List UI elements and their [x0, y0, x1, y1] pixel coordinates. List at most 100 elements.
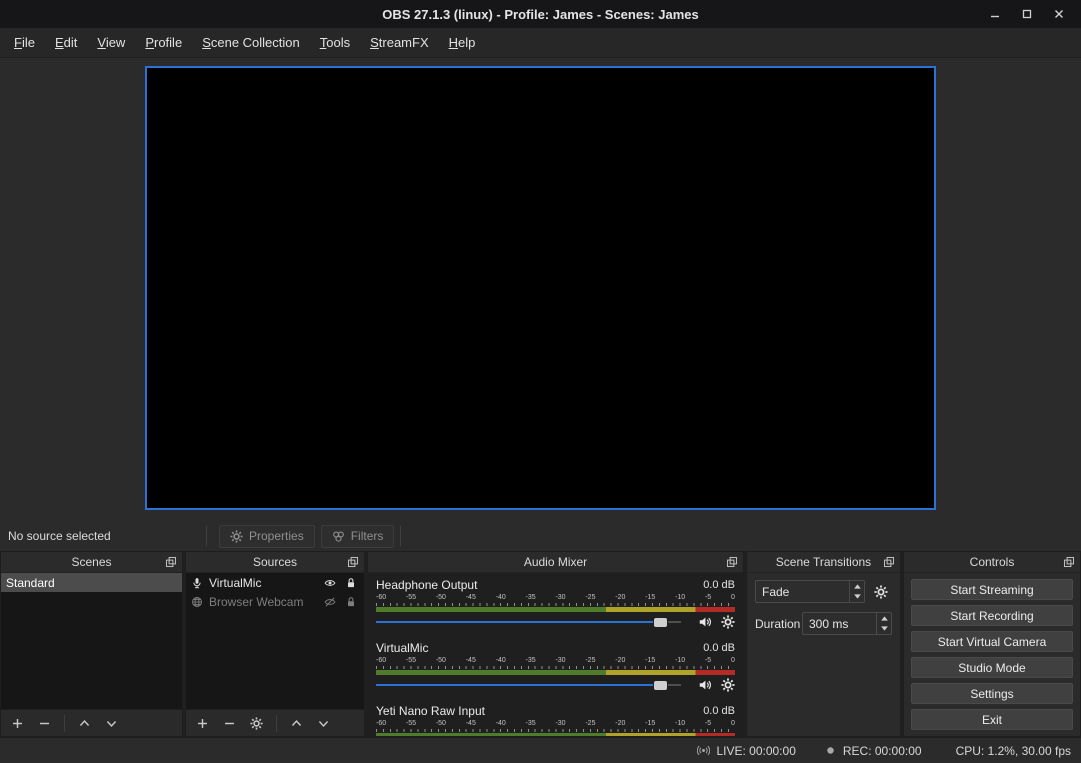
no-source-label: No source selected — [8, 529, 200, 543]
start-recording-button[interactable]: Start Recording — [911, 605, 1073, 626]
popout-icon[interactable] — [726, 556, 738, 568]
db-tick-label: 0 — [731, 719, 735, 728]
duration-spinbox[interactable]: 300 ms — [802, 612, 892, 635]
source-properties-button[interactable] — [246, 713, 267, 734]
menu-view[interactable]: View — [87, 31, 135, 54]
toolbar-separator — [206, 526, 207, 546]
spin-up-button[interactable] — [877, 613, 891, 624]
menu-tools[interactable]: Tools — [310, 31, 360, 54]
menu-profile[interactable]: Profile — [135, 31, 192, 54]
source-item[interactable]: Browser Webcam — [186, 592, 364, 611]
toolbar-separator — [64, 715, 65, 732]
plus-icon — [11, 717, 24, 730]
visibility-icon[interactable] — [324, 577, 336, 589]
add-scene-button[interactable] — [7, 713, 28, 734]
mixer-channel-virtualmic: VirtualMic 0.0 dB -60-55-50-45-40-35-30-… — [376, 640, 735, 693]
properties-button[interactable]: Properties — [219, 525, 315, 548]
scene-item[interactable]: Standard — [1, 573, 182, 592]
popout-icon[interactable] — [165, 556, 177, 568]
db-tick-label: -40 — [496, 593, 506, 602]
db-tick-label: -30 — [555, 656, 565, 665]
close-icon — [1054, 9, 1064, 19]
preview-canvas[interactable] — [145, 66, 936, 510]
toolbar-separator — [276, 715, 277, 732]
popout-icon[interactable] — [347, 556, 359, 568]
mixer-body: Headphone Output 0.0 dB -60-55-50-45-40-… — [368, 573, 743, 736]
volume-slider-handle[interactable] — [654, 618, 667, 627]
volume-meter — [376, 670, 735, 675]
speaker-icon[interactable] — [698, 678, 712, 692]
db-tick-label: 0 — [731, 593, 735, 602]
mic-icon — [191, 577, 203, 589]
scene-up-button[interactable] — [74, 713, 95, 734]
db-tick-label: -35 — [526, 719, 536, 728]
chevron-down-icon — [105, 717, 118, 730]
volume-slider[interactable] — [376, 614, 681, 630]
transitions-dock-title: Scene Transitions — [776, 555, 871, 569]
volume-slider-track — [668, 684, 681, 686]
speaker-icon[interactable] — [698, 615, 712, 629]
menu-file[interactable]: File — [4, 31, 45, 54]
triangle-down-icon — [881, 626, 888, 631]
window-controls — [979, 0, 1075, 28]
visibility-off-icon[interactable] — [324, 596, 336, 608]
remove-source-button[interactable] — [219, 713, 240, 734]
db-tick-label: 0 — [731, 656, 735, 665]
start-virtual-camera-button[interactable]: Start Virtual Camera — [911, 631, 1073, 652]
menu-edit[interactable]: Edit — [45, 31, 87, 54]
db-tick-label: -30 — [555, 593, 565, 602]
scenes-toolbar — [1, 709, 182, 736]
exit-button[interactable]: Exit — [911, 709, 1073, 730]
filters-button[interactable]: Filters — [321, 525, 395, 548]
source-up-button[interactable] — [286, 713, 307, 734]
gear-icon — [230, 530, 243, 543]
minus-icon — [223, 717, 236, 730]
popout-icon[interactable] — [1063, 556, 1075, 568]
triangle-down-icon — [854, 594, 861, 599]
source-down-button[interactable] — [313, 713, 334, 734]
transition-settings-button[interactable] — [870, 580, 892, 603]
volume-slider-handle[interactable] — [654, 681, 667, 690]
db-tick-label: -5 — [705, 593, 711, 602]
remove-scene-button[interactable] — [34, 713, 55, 734]
scene-down-button[interactable] — [101, 713, 122, 734]
popout-icon[interactable] — [883, 556, 895, 568]
mixer-channel-level: 0.0 dB — [703, 705, 735, 717]
menu-scene-collection[interactable]: Scene Collection — [192, 31, 310, 54]
spin-down-button[interactable] — [877, 624, 891, 635]
duration-spin-arrows — [876, 613, 891, 634]
gear-icon[interactable] — [721, 615, 735, 629]
studio-mode-button[interactable]: Studio Mode — [911, 657, 1073, 678]
start-streaming-button[interactable]: Start Streaming — [911, 579, 1073, 600]
db-tick-label: -30 — [555, 719, 565, 728]
menu-streamfx[interactable]: StreamFX — [360, 31, 439, 54]
gear-icon — [250, 717, 263, 730]
add-source-button[interactable] — [192, 713, 213, 734]
chevron-down-icon — [317, 717, 330, 730]
lock-icon[interactable] — [345, 577, 357, 589]
transition-select[interactable]: Fade — [755, 580, 865, 603]
volume-meter — [376, 607, 735, 612]
close-button[interactable] — [1043, 0, 1075, 28]
minimize-button[interactable] — [979, 0, 1011, 28]
triangle-up-icon — [881, 616, 888, 621]
duration-value: 300 ms — [803, 617, 876, 631]
menu-help[interactable]: Help — [439, 31, 486, 54]
audio-mixer-dock: Audio Mixer Headphone Output 0.0 dB -60-… — [367, 551, 744, 737]
gear-icon[interactable] — [721, 678, 735, 692]
db-tick-marks — [376, 729, 735, 732]
db-tick-label: -50 — [436, 593, 446, 602]
title-bar: OBS 27.1.3 (linux) - Profile: James - Sc… — [0, 0, 1081, 28]
lock-icon[interactable] — [345, 596, 357, 608]
spin-down-button[interactable] — [850, 592, 864, 603]
settings-button[interactable]: Settings — [911, 683, 1073, 704]
spin-up-button[interactable] — [850, 581, 864, 592]
volume-slider[interactable] — [376, 677, 681, 693]
source-item[interactable]: VirtualMic — [186, 573, 364, 592]
record-dot-icon — [824, 744, 837, 757]
audio-mixer-dock-header: Audio Mixer — [368, 552, 743, 573]
minimize-icon — [990, 9, 1000, 19]
db-tick-label: -40 — [496, 719, 506, 728]
maximize-button[interactable] — [1011, 0, 1043, 28]
source-item-label: Browser Webcam — [209, 595, 303, 609]
